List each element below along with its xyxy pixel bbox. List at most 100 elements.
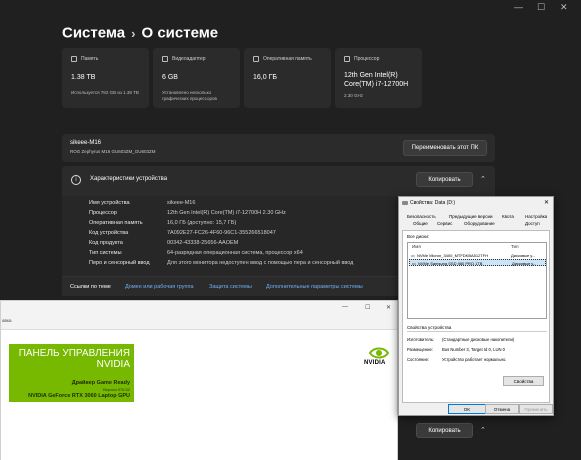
gpu-name: NVIDIA GeForce RTX 3060 Laptop GPU — [28, 393, 130, 399]
disk-icon: ▭ — [411, 253, 415, 258]
card-value: 16,0 ГБ — [253, 74, 277, 81]
spec-key: Имя устройства — [89, 200, 130, 206]
close-button[interactable]: ✕ — [560, 2, 568, 13]
card-subtext: Установлено несколько графических процес… — [162, 90, 217, 101]
device-model: ROG Zephyrus M16 GU603ZM_GU603ZM — [70, 149, 156, 154]
tab-sharing[interactable]: Доступ — [525, 221, 540, 226]
property-value: Bus Number 3, Target Id 0, LUN 0 — [442, 347, 505, 352]
nvidia-maximize-button[interactable]: ☐ — [365, 304, 370, 311]
spec-key: Перо и сенсорный ввод — [89, 260, 150, 266]
page-title: О системе — [141, 24, 219, 42]
device-name: sikeee-M16 — [70, 140, 102, 146]
dialog-title: Свойства: Data (D:) — [402, 200, 455, 206]
breadcrumb-separator-icon: › — [131, 25, 136, 41]
device-properties-label: Свойства устройства — [407, 325, 452, 330]
device-properties-button[interactable]: Свойства — [503, 376, 544, 386]
tab-hardware[interactable]: Оборудование — [464, 221, 495, 226]
spec-key: Оперативная память — [89, 220, 143, 226]
card-value: 1.38 TB — [71, 74, 96, 81]
tab-general[interactable]: Общие — [413, 221, 428, 226]
spec-value: 12th Gen Intel(R) Core(TM) i7-12700H 2.3… — [167, 210, 286, 216]
related-links-label: Ссылки по теме — [70, 284, 111, 290]
device-specs-header[interactable]: i Характеристики устройства Копировать ⌃ — [62, 166, 495, 196]
driver-name: Драйвер Game Ready — [71, 380, 130, 386]
minimize-button[interactable]: — — [514, 2, 523, 12]
link-system-protection[interactable]: Защита системы — [209, 284, 252, 290]
all-disks-label: Все диски: — [407, 234, 430, 239]
drive-icon — [402, 201, 408, 205]
nvidia-logo-icon: NVIDIA — [364, 346, 394, 368]
spec-key: Код устройства — [89, 230, 129, 236]
spec-value: 00342-43338-25656-AAOEM — [167, 240, 239, 246]
rename-pc-button[interactable]: Переименовать этот ПК — [403, 140, 487, 156]
spec-value: 64-разрядная операционная система, проце… — [167, 250, 303, 256]
cancel-button[interactable]: Отмена — [485, 404, 519, 414]
disk-row-selected[interactable]: ▭ NVMe Samsung SSD 980 PRO 1TB Дисковые … — [409, 259, 546, 266]
tab-quota[interactable]: Квота — [502, 214, 514, 219]
apply-button[interactable]: Применить — [519, 404, 553, 414]
card-label: Процессор — [354, 56, 380, 62]
ok-button[interactable]: OK — [448, 404, 486, 414]
nvidia-minimize-button[interactable]: — — [342, 304, 348, 310]
copy-windows-specs-button[interactable]: Копировать — [416, 423, 473, 438]
tab-tools[interactable]: Сервис — [437, 221, 452, 226]
disk-properties-dialog: Свойства: Data (D:) ✕ Безопасность Преды… — [398, 196, 554, 416]
disk-list[interactable]: Имя Тип ▭ NVMe Micron_3400_MTFDKBA512TFH… — [407, 242, 547, 319]
spec-key: Код продукта — [89, 240, 123, 246]
card-label: Память — [81, 56, 99, 62]
disk-type: Дисковые у... — [512, 261, 537, 266]
property-value: Устройство работает нормально. — [442, 357, 507, 362]
hardware-tab-panel: Все диски: Имя Тип ▭ NVMe Micron_3400_MT… — [402, 230, 550, 403]
gpu-card[interactable]: Видеоадаптер 6 GB Установлено несколько … — [153, 48, 240, 108]
card-label: Оперативная память — [263, 56, 312, 62]
info-icon: i — [71, 175, 81, 185]
nvidia-logo-text: NVIDIA — [364, 360, 386, 366]
dialog-close-button[interactable]: ✕ — [544, 199, 549, 206]
link-domain-workgroup[interactable]: Домен или рабочая группа — [125, 284, 194, 290]
tab-previous-versions[interactable]: Предыдущие версии — [449, 214, 492, 219]
group-divider — [407, 331, 547, 332]
spec-value: 16,0 ГБ (доступно: 15,7 ГБ) — [167, 220, 237, 226]
spec-value: sikeee-M16 — [167, 200, 196, 206]
tab-customize[interactable]: Настройка — [525, 214, 547, 219]
link-advanced-system-settings[interactable]: Дополнительные параметры системы — [266, 284, 363, 290]
card-label: Видеоадаптер — [172, 56, 206, 62]
spec-value: Для этого монитора недоступен ввод с пом… — [167, 260, 354, 266]
gpu-icon — [162, 56, 168, 62]
property-value: (Стандартные дисковые накопители) — [442, 337, 515, 342]
property-key: Размещение: — [407, 347, 433, 352]
card-value: 12th Gen Intel(R) Core(TM) i7-12700H — [344, 72, 409, 88]
copy-specs-button[interactable]: Копировать — [416, 172, 473, 187]
chevron-up-icon[interactable]: ⌃ — [480, 426, 486, 434]
nvidia-menu-item[interactable]: авка — [2, 318, 11, 323]
card-subtext: 2.30 GHz — [344, 93, 364, 98]
column-name[interactable]: Имя — [412, 244, 421, 249]
disk-type: Дисковые у... — [511, 253, 536, 258]
spec-value: 7A092E27-FC26-4F60-96C1-355266518047 — [167, 230, 276, 236]
property-key: Состояние: — [407, 357, 430, 362]
nvidia-titlebar[interactable]: — ☐ ✕ — [1, 301, 397, 315]
dialog-title-text: Свойства: Data (D:) — [410, 200, 456, 206]
chevron-up-icon[interactable]: ⌃ — [480, 175, 486, 183]
maximize-button[interactable]: ☐ — [537, 2, 545, 13]
disk-name: NVMe Samsung SSD 980 PRO 1TB — [418, 261, 483, 266]
cpu-card[interactable]: Процессор 12th Gen Intel(R) Core(TM) i7-… — [335, 48, 422, 108]
disk-icon: ▭ — [412, 261, 416, 266]
cpu-icon — [344, 56, 350, 62]
breadcrumb-parent[interactable]: Система — [62, 25, 125, 42]
storage-card[interactable]: Память 1.38 TB Используется 782 GB из 1.… — [62, 48, 149, 108]
spec-key: Процессор — [89, 210, 117, 216]
nvidia-close-button[interactable]: ✕ — [386, 304, 391, 311]
tab-security[interactable]: Безопасность — [407, 214, 436, 219]
memory-icon — [71, 56, 77, 62]
device-specs-title: Характеристики устройства — [90, 176, 168, 182]
ram-card[interactable]: Оперативная память 16,0 ГБ — [244, 48, 331, 108]
card-subtext: Используется 782 GB из 1.38 TB — [71, 90, 139, 95]
breadcrumb: Система › О системе — [62, 24, 218, 42]
card-value: 6 GB — [162, 74, 178, 81]
disk-row[interactable]: ▭ NVMe Micron_3400_MTFDKBA512TFH Дисковы… — [409, 252, 546, 259]
banner-title: ПАНЕЛЬ УПРАВЛЕНИЯ — [18, 348, 130, 359]
column-type[interactable]: Тип — [511, 244, 519, 249]
nvidia-control-panel-window: — ☐ ✕ авка ПАНЕЛЬ УПРАВЛЕНИЯ NVIDIA Драй… — [0, 300, 398, 460]
ram-icon — [253, 56, 259, 62]
